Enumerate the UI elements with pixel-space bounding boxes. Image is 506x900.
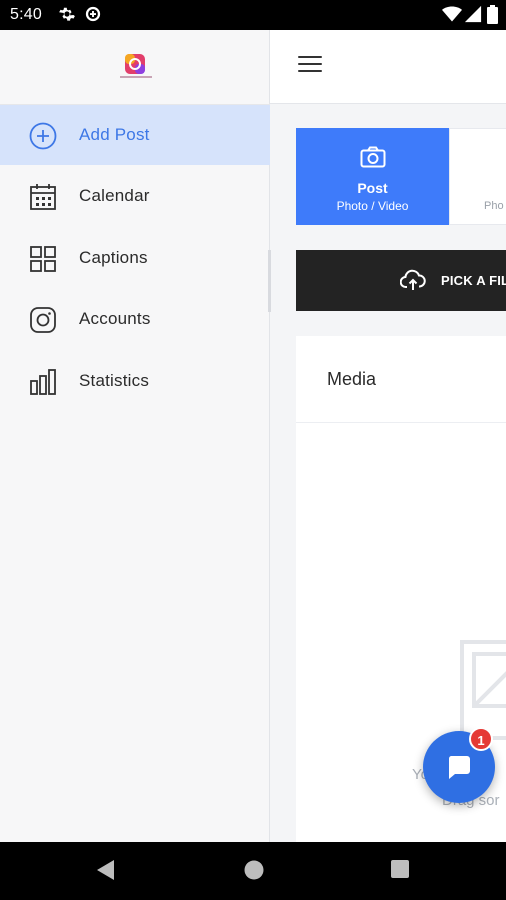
instagram-icon [28, 305, 58, 335]
back-icon[interactable] [96, 859, 116, 886]
system-nav-bar [0, 842, 506, 900]
app-logo [116, 52, 156, 82]
scrollbar[interactable] [268, 250, 271, 312]
chat-icon [445, 753, 473, 786]
sidebar-item-captions[interactable]: Captions [0, 228, 270, 288]
battery-icon [487, 5, 498, 29]
recents-icon[interactable] [390, 859, 410, 884]
tab-post-title: Post [357, 180, 388, 196]
status-time: 5:40 [10, 6, 42, 23]
signal-icon [464, 5, 482, 28]
top-app-bar [270, 30, 506, 104]
sidebar-item-label: Statistics [79, 371, 150, 390]
sidebar-item-label: Accounts [79, 309, 151, 328]
gear-icon [58, 5, 76, 28]
sidebar-item-label: Captions [79, 248, 148, 267]
grid-icon [28, 244, 58, 274]
media-title: Media [327, 369, 377, 389]
chat-button[interactable]: 1 [423, 727, 495, 803]
data-saver-icon [84, 5, 102, 28]
sidebar-item-statistics[interactable]: Statistics [0, 351, 270, 411]
camera-icon [360, 146, 386, 173]
bar-chart-icon [28, 367, 58, 397]
tab-post-subtitle: Photo / Video [336, 199, 409, 213]
calendar-icon [28, 182, 58, 212]
pick-file-button[interactable]: PICK A FIL [296, 250, 506, 311]
sidebar-item-label: Add Post [79, 125, 150, 144]
divider [296, 422, 506, 423]
pick-file-label: PICK A FIL [441, 273, 506, 288]
tab-secondary[interactable]: Pho [449, 128, 506, 225]
sidebar-item-calendar[interactable]: Calendar [0, 166, 270, 226]
menu-icon[interactable] [298, 56, 322, 76]
sidebar-item-add-post[interactable]: Add Post [0, 105, 270, 165]
cloud-upload-icon [399, 269, 426, 296]
home-icon[interactable] [243, 859, 265, 886]
navigation-drawer: Add Post Calendar Captions Accounts Stat… [0, 30, 271, 842]
notification-badge: 1 [469, 727, 493, 751]
sidebar-item-accounts[interactable]: Accounts [0, 289, 270, 349]
status-bar: 5:40 [0, 0, 506, 30]
wifi-icon [442, 5, 462, 28]
main-content: Post Photo / Video Pho PICK A FIL Media … [270, 30, 506, 842]
sidebar-item-label: Calendar [79, 186, 150, 205]
tab-secondary-subtitle: Pho [484, 200, 504, 212]
add-circle-icon [28, 121, 58, 151]
tab-post[interactable]: Post Photo / Video [296, 128, 449, 225]
